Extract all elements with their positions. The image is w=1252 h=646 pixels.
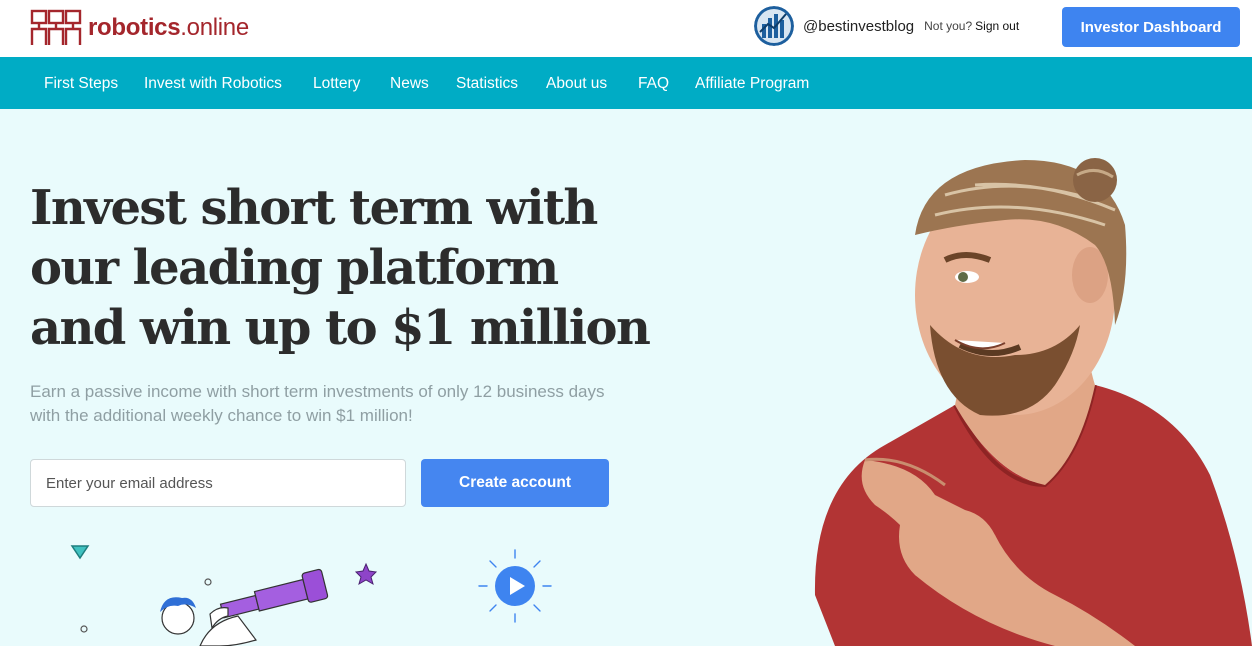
logo[interactable]: robotics.online (30, 9, 249, 47)
headline-line-3: and win up to $1 million (30, 300, 651, 356)
nav-item-news[interactable]: News (390, 57, 429, 109)
logo-text: robotics.online (88, 14, 249, 42)
nav-item-invest[interactable]: Invest with Robotics (144, 57, 282, 109)
hero-person-image (814, 158, 1252, 646)
user-info: @bestinvestblog Not you? Sign out (754, 6, 1019, 46)
sign-out-link[interactable]: Sign out (975, 19, 1019, 33)
hero-subtext: Earn a passive income with short term in… (30, 380, 630, 428)
main-nav: First Steps Invest with Robotics Lottery… (0, 57, 1252, 109)
subtext-line-2: with the additional weekly chance to win… (30, 406, 413, 425)
create-account-button[interactable]: Create account (421, 459, 609, 507)
top-header: robotics.online @bestinvestblog Not you?… (0, 0, 1252, 57)
star-icon (354, 562, 378, 586)
logo-suffix: .online (180, 14, 249, 41)
not-you-label: Not you? (924, 19, 973, 33)
headline-line-2: our leading platform (30, 240, 559, 296)
subtext-line-1: Earn a passive income with short term in… (30, 382, 605, 401)
investor-dashboard-button[interactable]: Investor Dashboard (1062, 7, 1240, 47)
logo-bold: robotics (88, 14, 181, 41)
nav-item-about[interactable]: About us (546, 57, 607, 109)
username: @bestinvestblog (803, 17, 915, 35)
hero-headline: Invest short term with our leading platf… (30, 178, 651, 358)
headline-line-1: Invest short term with (30, 180, 598, 236)
telescope-illustration (70, 545, 378, 646)
triangle-icon (70, 545, 90, 560)
nav-item-faq[interactable]: FAQ (638, 57, 669, 109)
email-input[interactable] (30, 459, 406, 507)
logo-icon (30, 9, 82, 45)
avatar[interactable] (754, 6, 794, 46)
nav-item-statistics[interactable]: Statistics (456, 57, 518, 109)
nav-item-first-steps[interactable]: First Steps (44, 57, 118, 109)
nav-item-lottery[interactable]: Lottery (313, 57, 360, 109)
play-icon[interactable] (475, 546, 555, 626)
nav-item-affiliate[interactable]: Affiliate Program (695, 57, 809, 109)
